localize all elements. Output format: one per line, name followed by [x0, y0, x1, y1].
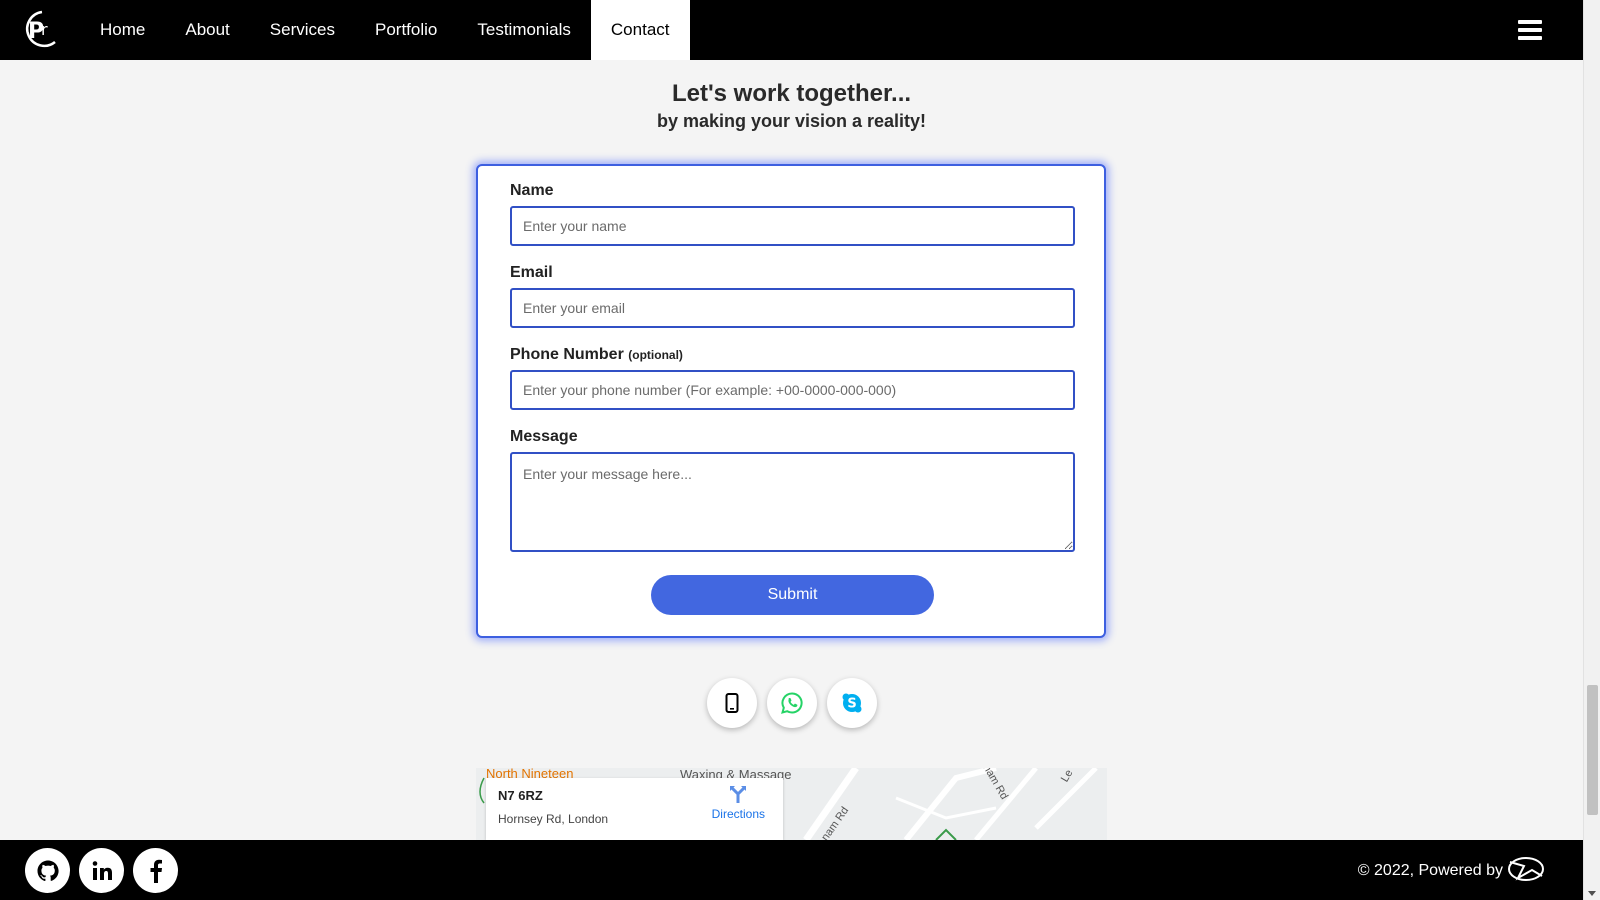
hamburger-menu-icon[interactable]	[1518, 20, 1542, 40]
nav-home[interactable]: Home	[80, 0, 165, 60]
social-links	[25, 848, 178, 893]
skype-icon[interactable]: S	[827, 678, 877, 728]
directions-label: Directions	[711, 807, 765, 821]
email-label: Email	[510, 264, 553, 281]
directions-button[interactable]: Directions	[712, 784, 765, 821]
phone-input[interactable]	[510, 370, 1075, 410]
name-label: Name	[510, 182, 554, 199]
powered-by-logo[interactable]	[1506, 854, 1546, 889]
phone-label: Phone Number (optional)	[510, 346, 683, 364]
phone-optional-note: (optional)	[628, 348, 683, 362]
top-navbar: P r Home About Services Portfolio Testim…	[0, 0, 1583, 60]
svg-text:r: r	[41, 20, 48, 39]
map-info-card: N7 6RZ Hornsey Rd, London Directions	[486, 778, 783, 840]
contact-icons: S	[707, 678, 877, 728]
map-location-address: Hornsey Rd, London	[498, 812, 609, 826]
name-input[interactable]	[510, 206, 1075, 246]
nav-portfolio[interactable]: Portfolio	[355, 0, 457, 60]
contact-form: Name Email Phone Number (optional) Messa…	[476, 164, 1106, 638]
facebook-icon[interactable]	[133, 848, 178, 893]
directions-icon	[730, 786, 747, 803]
site-logo[interactable]: P r	[22, 8, 62, 52]
whatsapp-icon[interactable]	[767, 678, 817, 728]
phone-icon[interactable]	[707, 678, 757, 728]
nav-contact[interactable]: Contact	[590, 0, 690, 60]
footer: © 2022, Powered by	[0, 840, 1583, 900]
page-scrollbar[interactable]	[1583, 0, 1600, 900]
page-heading: Let's work together...	[671, 80, 912, 107]
github-icon[interactable]	[25, 848, 70, 893]
scroll-down-arrow-icon[interactable]	[1588, 891, 1596, 896]
linkedin-icon[interactable]	[79, 848, 124, 893]
main-nav: Home About Services Portfolio Testimonia…	[80, 0, 690, 60]
page-subheading: by making your vision a reality!	[656, 111, 927, 131]
nav-services[interactable]: Services	[250, 0, 355, 60]
nav-about[interactable]: About	[165, 0, 249, 60]
svg-text:S: S	[847, 697, 856, 712]
location-map[interactable]: North Nineteen Waxing & Massage nam Rd h…	[476, 768, 1107, 840]
email-input[interactable]	[510, 288, 1075, 328]
scrollbar-thumb[interactable]	[1587, 685, 1598, 815]
phone-label-text: Phone Number	[510, 346, 624, 363]
submit-button[interactable]: Submit	[651, 575, 934, 615]
nav-testimonials[interactable]: Testimonials	[457, 0, 591, 60]
message-label: Message	[510, 428, 578, 445]
message-textarea[interactable]	[510, 452, 1075, 552]
copyright-text: © 2022, Powered by	[1357, 862, 1503, 879]
map-location-title: N7 6RZ	[498, 788, 543, 803]
